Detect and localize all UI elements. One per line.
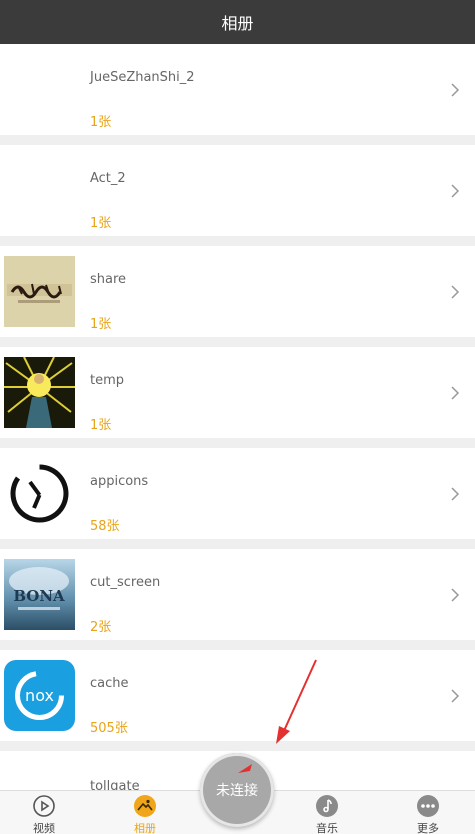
album-row-cut-screen[interactable]: BONA cut_screen 2张	[0, 549, 475, 640]
tab-album[interactable]: 相册	[115, 791, 175, 834]
more-dots-icon	[417, 795, 439, 817]
album-thumbnail	[4, 458, 75, 529]
svg-text:nox: nox	[25, 686, 54, 705]
album-name: cache	[90, 676, 129, 691]
tab-more[interactable]: 更多	[398, 791, 458, 834]
tab-music[interactable]: 音乐	[297, 791, 357, 834]
album-thumbnail: nox	[4, 660, 75, 731]
album-thumbnail: BONA	[4, 559, 75, 630]
music-note-icon	[316, 795, 338, 817]
title-bar: 相册	[0, 0, 475, 44]
album-count: 1张	[90, 115, 112, 130]
album-name: share	[90, 272, 127, 287]
album-row-cache[interactable]: nox cache 505张	[0, 650, 475, 741]
chevron-right-icon	[451, 689, 460, 703]
tab-label: 视频	[33, 822, 55, 834]
connect-label: 未连接	[216, 783, 258, 799]
album-count: 2张	[90, 620, 112, 635]
page-title: 相册	[221, 14, 254, 33]
album-row-appicons[interactable]: appicons 58张	[0, 448, 475, 539]
album-thumbnail	[4, 357, 75, 428]
tab-label: 音乐	[316, 822, 338, 834]
album-name: JueSeZhanShi_2	[90, 70, 195, 85]
album-count: 1张	[90, 418, 112, 433]
connect-button[interactable]: 未连接	[200, 753, 274, 827]
chevron-right-icon	[451, 184, 460, 198]
album-name: temp	[90, 373, 125, 388]
album-row-share[interactable]: share 1张	[0, 246, 475, 337]
album-name: appicons	[90, 474, 149, 489]
album-count: 58张	[90, 519, 120, 534]
album-thumbnail	[4, 256, 75, 327]
photo-album-icon	[134, 795, 156, 817]
tab-label: 更多	[417, 822, 439, 834]
album-row-act[interactable]: Act_2 1张	[0, 145, 475, 236]
album-count: 1张	[90, 216, 112, 231]
album-count: 505张	[90, 721, 128, 736]
chevron-right-icon	[451, 487, 460, 501]
album-count: 1张	[90, 317, 112, 332]
chevron-right-icon	[451, 285, 460, 299]
tab-video[interactable]: 视频	[14, 791, 74, 834]
chevron-right-icon	[451, 588, 460, 602]
chevron-right-icon	[451, 386, 460, 400]
album-row-juesezhanshi[interactable]: JueSeZhanShi_2 1张	[0, 44, 475, 135]
album-row-temp[interactable]: temp 1张	[0, 347, 475, 438]
svg-text:BONA: BONA	[13, 587, 65, 605]
chevron-right-icon	[451, 83, 460, 97]
play-circle-icon	[33, 795, 55, 817]
album-name: Act_2	[90, 171, 126, 186]
tab-label: 相册	[134, 822, 156, 834]
album-name: cut_screen	[90, 575, 161, 590]
